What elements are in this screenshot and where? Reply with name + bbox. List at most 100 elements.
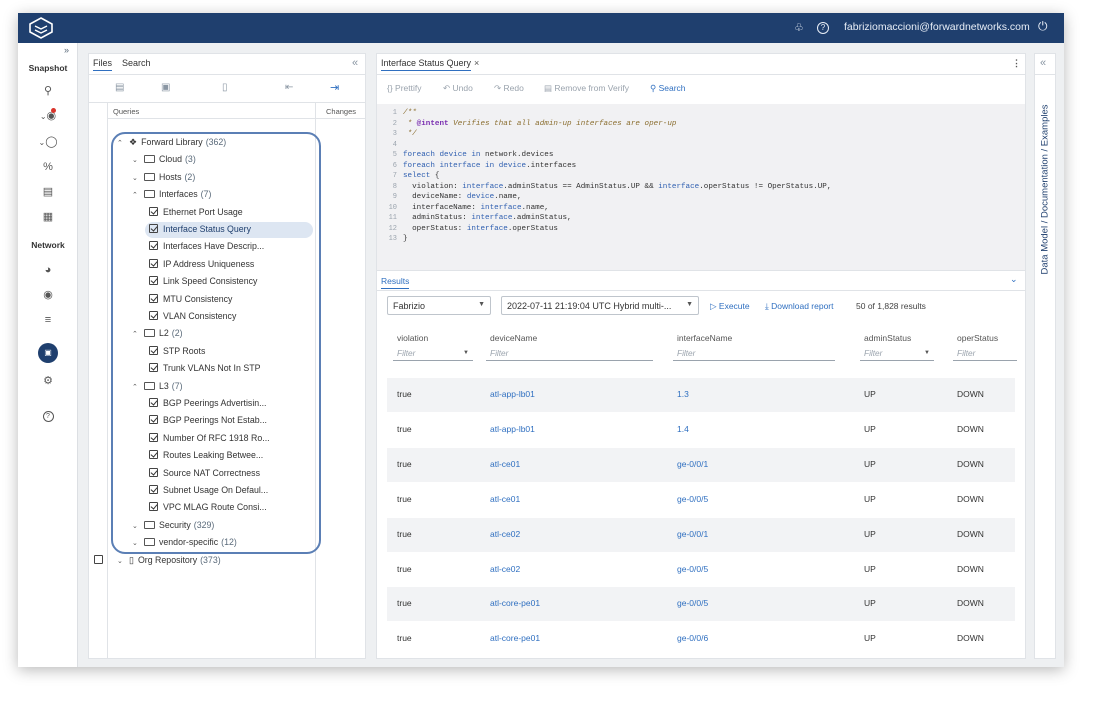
search-icon[interactable]: ⚲ (38, 83, 58, 99)
execute-button[interactable]: ▷ Execute (710, 301, 750, 312)
column-header-adminStatus[interactable]: adminStatus (864, 333, 911, 343)
report-icon[interactable]: ▤ (38, 184, 58, 200)
snapshot-select[interactable]: 2022-07-11 21:19:04 UTC Hybrid multi-...… (501, 296, 699, 315)
network-select[interactable]: Fabrizio ▼ (387, 296, 491, 315)
column-header-violation[interactable]: violation (397, 333, 428, 343)
new-folder-icon[interactable]: ▣ (161, 82, 170, 93)
table-row[interactable]: true atl-core-pe01 ge-0/0/5 UP DOWN (387, 587, 1015, 622)
column-header-interfaceName[interactable]: interfaceName (677, 333, 732, 343)
repository-icon: ▯ (129, 554, 134, 565)
filter-violation[interactable]: Filter ▼ (393, 345, 473, 361)
filter-dropdown-icon[interactable]: ▼ (924, 345, 930, 361)
table-row[interactable]: true atl-ce01 ge-0/0/5 UP DOWN (387, 483, 1015, 517)
filter-placeholder: Filter (397, 348, 416, 358)
table-row[interactable]: true atl-app-lb01 1.3 UP DOWN (387, 378, 1015, 412)
table-row[interactable]: true atl-ce01 ge-0/0/1 UP DOWN (387, 447, 1015, 482)
remove-from-verify-button[interactable]: ▤ Remove from Verify (544, 83, 629, 94)
shield-check-icon[interactable]: ⌄◯ (38, 134, 58, 150)
verify-icon[interactable]: ⌄◉ (38, 108, 58, 124)
help-icon[interactable]: ? (817, 22, 829, 34)
cell-interfaceName[interactable]: ge-0/0/5 (677, 564, 708, 574)
repository-checkbox[interactable] (94, 554, 103, 564)
cell-interfaceName[interactable]: 1.3 (677, 389, 689, 399)
table-row[interactable]: true atl-ce02 ge-0/0/1 UP DOWN (387, 517, 1015, 552)
cell-violation: true (397, 528, 412, 539)
export-icon[interactable]: ⇥ (330, 81, 339, 94)
cell-deviceName[interactable]: atl-ce01 (490, 459, 520, 469)
filter-adminStatus[interactable]: Filter ▼ (860, 345, 934, 361)
bell-icon[interactable]: ♧ (794, 21, 804, 34)
cell-operStatus: DOWN (957, 458, 984, 469)
new-query-icon[interactable]: ▤ (115, 82, 124, 93)
filter-operStatus[interactable]: Filter (953, 345, 1017, 361)
delete-icon[interactable]: ▯ (222, 82, 228, 93)
column-header-deviceName[interactable]: deviceName (490, 333, 537, 343)
filter-deviceName[interactable]: Filter (486, 345, 653, 361)
percent-icon[interactable]: % (38, 159, 58, 175)
cell-interfaceName[interactable]: ge-0/0/5 (677, 598, 708, 608)
filter-placeholder: Filter (677, 348, 696, 358)
column-header-operStatus[interactable]: operStatus (957, 333, 998, 343)
table-row[interactable]: true atl-ce02 ge-0/0/5 UP DOWN (387, 553, 1015, 587)
code-line: /** (403, 109, 417, 117)
close-tab-icon[interactable]: × (474, 58, 479, 68)
highlight-outline (111, 132, 321, 554)
tab-search[interactable]: Search (122, 58, 151, 68)
cell-adminStatus: UP (864, 423, 876, 434)
help-circle-icon[interactable]: ? (38, 407, 58, 423)
gear-icon[interactable]: ⚙ (38, 373, 58, 389)
sliders-icon[interactable]: ≡ (38, 312, 58, 328)
cell-interfaceName[interactable]: ge-0/0/5 (677, 494, 708, 504)
nqe-icon[interactable]: ▣ (38, 343, 58, 363)
cell-adminStatus: UP (864, 528, 876, 539)
tree-item-label: Org Repository (137, 554, 198, 565)
prettify-button[interactable]: {} Prettify (387, 83, 422, 93)
cell-deviceName[interactable]: atl-app-lb01 (490, 389, 535, 399)
line-number: 3 (392, 130, 397, 138)
undo-button[interactable]: ↶ Undo (443, 83, 473, 94)
grid-icon[interactable]: ▦ (38, 209, 58, 225)
cell-deviceName[interactable]: atl-app-lb01 (490, 424, 535, 434)
dashboard-icon[interactable]: ◕ (38, 262, 58, 278)
redo-button[interactable]: ↷ Redo (494, 83, 524, 94)
cell-deviceName[interactable]: atl-ce01 (490, 494, 520, 504)
line-number: 11 (388, 214, 397, 222)
table-row[interactable]: true atl-app-lb01 1.4 UP DOWN (387, 413, 1015, 447)
collapse-results-icon[interactable]: ⌄ (1010, 274, 1018, 285)
results-tab[interactable]: Results (381, 276, 410, 289)
filter-interfaceName[interactable]: Filter (673, 345, 835, 361)
filter-dropdown-icon[interactable]: ▼ (463, 345, 469, 361)
forward-networks-logo[interactable] (28, 17, 54, 39)
line-number: 1 (392, 109, 397, 117)
user-email[interactable]: fabriziomaccioni@forwardnetworks.com (844, 21, 1030, 33)
code-editor[interactable]: 1 /** 2 * @intent Verifies that all admin-… (377, 104, 1025, 270)
cell-interfaceName[interactable]: ge-0/0/6 (677, 633, 708, 643)
palette-icon[interactable]: ◉ (38, 287, 58, 303)
expand-panel-icon[interactable]: « (1040, 57, 1046, 69)
line-number: 13 (388, 235, 397, 243)
table-row[interactable]: true atl-core-pe01 ge-0/0/6 UP DOWN (387, 622, 1015, 656)
line-number: 2 (392, 119, 397, 128)
expand-icon[interactable]: » (64, 45, 69, 55)
download-report-button[interactable]: ⤓ Download report (765, 301, 834, 312)
tab-interface-status-query[interactable]: Interface Status Query (381, 58, 472, 71)
cell-interfaceName[interactable]: ge-0/0/1 (677, 529, 708, 539)
search-button[interactable]: ⚲ Search (650, 83, 686, 94)
cell-deviceName[interactable]: atl-ce02 (490, 529, 520, 539)
cell-deviceName[interactable]: atl-core-pe01 (490, 598, 540, 608)
data-model-docs-tab[interactable]: Data Model / Documentation / Examples (1040, 90, 1051, 290)
cell-adminStatus: UP (864, 458, 876, 469)
kebab-menu-icon[interactable]: ⋮ (1012, 58, 1021, 69)
cell-deviceName[interactable]: atl-core-pe01 (490, 633, 540, 643)
cell-interfaceName[interactable]: ge-0/0/1 (677, 459, 708, 469)
code-line: select { (403, 172, 440, 180)
cell-deviceName[interactable]: atl-ce02 (490, 564, 520, 574)
cell-violation: true (397, 493, 412, 504)
tab-files[interactable]: Files (93, 58, 113, 71)
chevron-icon[interactable]: ⌄ (117, 554, 129, 570)
cell-interfaceName[interactable]: 1.4 (677, 424, 689, 434)
collapse-icon[interactable]: « (352, 57, 358, 69)
power-icon[interactable]: ⏻ (1038, 19, 1048, 34)
import-icon[interactable]: ⇤ (285, 82, 293, 93)
cell-operStatus: DOWN (957, 633, 984, 644)
